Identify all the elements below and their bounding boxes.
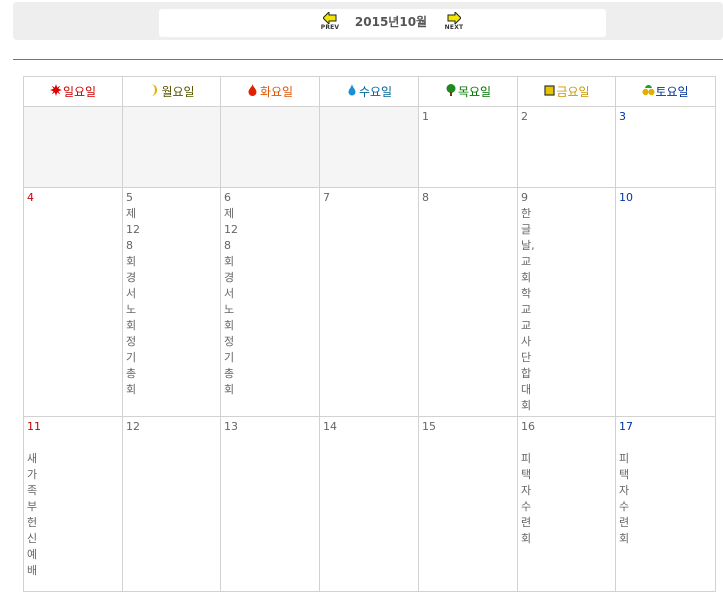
right-arrow-icon [447, 12, 461, 24]
day-number: 14 [323, 420, 337, 433]
calendar-header-bar: PREV 2015년10월 NEXT [13, 2, 723, 40]
day-cell[interactable]: 17 피택자수련회 [615, 416, 716, 592]
month-navigation: PREV 2015년10월 NEXT [159, 9, 606, 37]
day-cell[interactable]: 1 [418, 106, 518, 188]
event-link[interactable]: 제128회경서노회정기총회 [224, 206, 238, 398]
day-number: 1 [422, 110, 429, 123]
weekday-header-fri: 금요일 [517, 76, 616, 107]
event-link[interactable]: 새가족부헌신예배 [27, 451, 41, 579]
weekday-label: 일요일 [62, 85, 97, 99]
weekday-label: 수요일 [358, 85, 393, 99]
day-number: 9 [521, 191, 528, 204]
water-drop-icon [346, 84, 358, 99]
sun-icon [49, 84, 62, 99]
calendar-grid: 일요일 월요일 화요일 수요일 목요일 금요일 토요일 1 2 3 4 5 제1… [23, 76, 716, 592]
day-cell[interactable]: 12 [122, 416, 221, 592]
day-number: 15 [422, 420, 436, 433]
day-cell[interactable]: 10 [615, 187, 716, 417]
day-number: 13 [224, 420, 238, 433]
event-link[interactable]: 제128회경서노회정기총회 [126, 206, 140, 398]
weekday-header-sun: 일요일 [23, 76, 123, 107]
day-cell[interactable]: 8 [418, 187, 518, 417]
day-number: 12 [126, 420, 140, 433]
weekday-label: 목요일 [457, 85, 492, 99]
day-cell[interactable]: 15 [418, 416, 518, 592]
event-link[interactable]: 피택자수련회 [619, 451, 633, 547]
weekday-label: 월요일 [161, 85, 195, 99]
prev-label: PREV [320, 24, 340, 31]
week-row-2: 4 5 제128회경서노회정기총회 6 제128회경서노회정기총회 7 8 9 … [23, 187, 716, 417]
day-number: 3 [619, 110, 626, 123]
day-number: 10 [619, 191, 633, 204]
gold-icon [543, 85, 555, 99]
weekday-header-wed: 수요일 [319, 76, 419, 107]
weekday-label: 화요일 [259, 85, 294, 99]
earth-icon [642, 84, 655, 99]
day-number: 5 [126, 191, 133, 204]
month-title: 2015년10월 [354, 15, 428, 29]
day-number: 16 [521, 420, 535, 433]
day-number: 8 [422, 191, 429, 204]
day-cell[interactable]: 16 피택자수련회 [517, 416, 616, 592]
day-cell[interactable]: 11 새가족부헌신예배 [23, 416, 123, 592]
weekday-header-tue: 화요일 [220, 76, 320, 107]
day-number: 7 [323, 191, 330, 204]
day-number: 2 [521, 110, 528, 123]
moon-icon [148, 84, 160, 99]
next-label: NEXT [444, 24, 464, 31]
day-cell[interactable]: 9 한글날,교회학교교사단합대회 [517, 187, 616, 417]
weekday-header-mon: 월요일 [122, 76, 221, 107]
weekday-header-thu: 목요일 [418, 76, 518, 107]
day-cell[interactable]: 4 [23, 187, 123, 417]
day-cell[interactable]: 13 [220, 416, 320, 592]
weekday-label: 토요일 [655, 85, 689, 99]
fire-icon [247, 84, 259, 99]
day-cell[interactable]: 7 [319, 187, 419, 417]
next-month-button[interactable]: NEXT [442, 12, 466, 36]
day-cell[interactable]: 3 [615, 106, 716, 188]
day-number: 17 [619, 420, 633, 433]
day-cell[interactable]: 5 제128회경서노회정기총회 [122, 187, 221, 417]
day-cell[interactable]: 6 제128회경서노회정기총회 [220, 187, 320, 417]
prev-month-button[interactable]: PREV [318, 12, 342, 36]
week-row-1: 1 2 3 [23, 106, 716, 188]
event-link[interactable]: 피택자수련회 [521, 451, 535, 547]
weekday-header-sat: 토요일 [615, 76, 716, 107]
day-cell-empty [319, 106, 419, 188]
day-cell-empty [220, 106, 320, 188]
week-row-3: 11 새가족부헌신예배 12 13 14 15 16 피택자수련회 17 피택자… [23, 416, 716, 592]
tree-icon [445, 84, 457, 99]
day-number: 11 [27, 420, 41, 433]
day-cell[interactable]: 2 [517, 106, 616, 188]
weekday-header-row: 일요일 월요일 화요일 수요일 목요일 금요일 토요일 [23, 76, 716, 107]
header-divider [13, 59, 723, 60]
weekday-label: 금요일 [556, 85, 590, 99]
day-cell-empty [122, 106, 221, 188]
day-cell-empty [23, 106, 123, 188]
left-arrow-icon [323, 12, 337, 24]
day-number: 6 [224, 191, 231, 204]
event-link[interactable]: 한글날,교회학교교사단합대회 [521, 206, 535, 414]
day-cell[interactable]: 14 [319, 416, 419, 592]
day-number: 4 [27, 191, 34, 204]
